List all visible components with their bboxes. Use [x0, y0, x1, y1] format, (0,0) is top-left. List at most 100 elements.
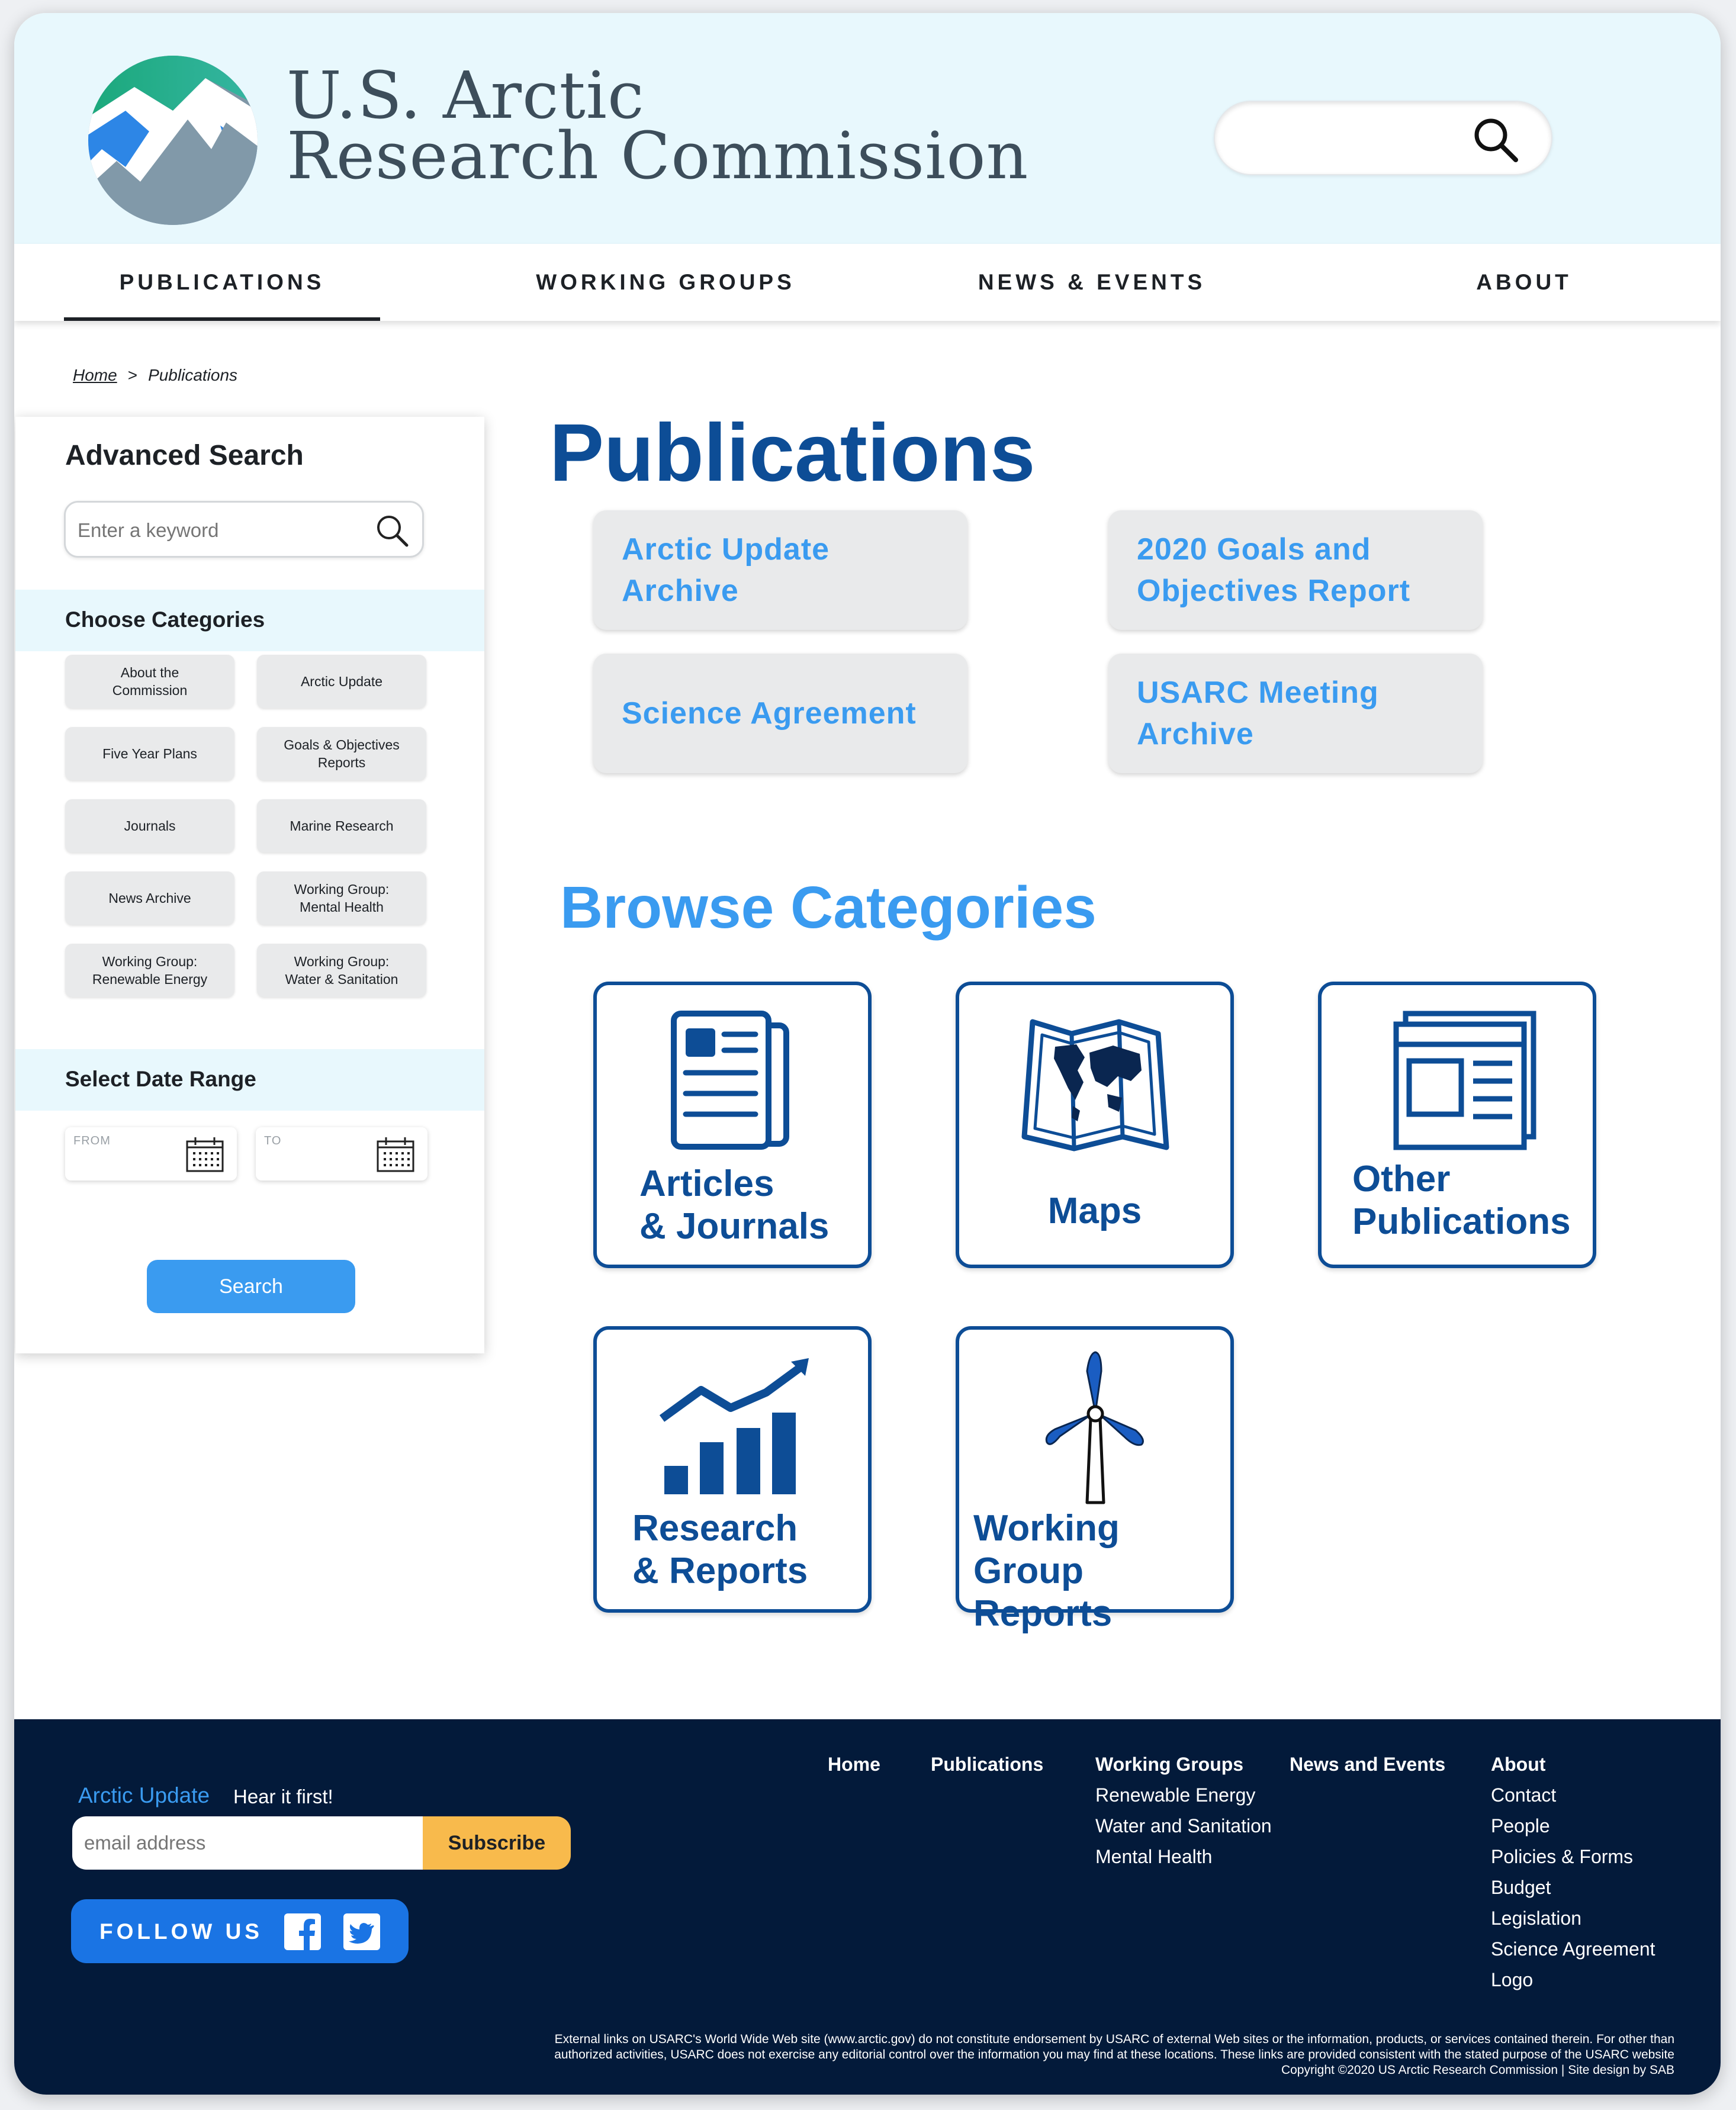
browse-other-publications[interactable]: Other Publications: [1318, 982, 1596, 1268]
featured-label: USARC Meeting Archive: [1137, 676, 1379, 751]
date-from-label: FROM: [73, 1134, 111, 1147]
keyword-search-icon[interactable]: [374, 512, 410, 549]
nav-working-groups[interactable]: WORKING GROUPS: [506, 244, 825, 321]
twitter-icon[interactable]: [343, 1913, 380, 1950]
breadcrumb-home-link[interactable]: Home: [73, 366, 117, 384]
category-about-commission[interactable]: About the Commission: [65, 655, 234, 708]
featured-science-agreement[interactable]: Science Agreement: [593, 654, 967, 773]
nav-news-events[interactable]: NEWS & EVENTS: [944, 244, 1240, 321]
footer-news-link[interactable]: News and Events: [1290, 1749, 1445, 1780]
category-wg-renewable-energy[interactable]: Working Group: Renewable Energy: [65, 944, 234, 997]
date-range-band: Select Date Range: [15, 1049, 484, 1111]
nav-about[interactable]: ABOUT: [1435, 244, 1613, 321]
footer-link-mental-health[interactable]: Mental Health: [1095, 1841, 1272, 1872]
main-nav: PUBLICATIONS WORKING GROUPS NEWS & EVENT…: [14, 244, 1721, 321]
email-field-box: [72, 1816, 424, 1870]
copyright: Copyright ©2020 US Arctic Research Commi…: [1281, 2063, 1674, 2077]
usarc-logo[interactable]: [84, 54, 262, 226]
featured-usarc-meeting-archive[interactable]: USARC Meeting Archive: [1108, 654, 1483, 773]
wind-turbine-icon: [1045, 1351, 1144, 1504]
footer-link-logo[interactable]: Logo: [1491, 1964, 1655, 1995]
browse-categories-title: Browse Categories: [560, 874, 1097, 941]
site-footer: Arctic Update Hear it first! Subscribe F…: [14, 1719, 1721, 2095]
footer-link-people[interactable]: People: [1491, 1810, 1655, 1841]
date-range-title: Select Date Range: [65, 1067, 256, 1091]
subscribe-button[interactable]: Subscribe: [423, 1816, 571, 1870]
legal-line-2: authorized activities, USARC does not ex…: [554, 2048, 1674, 2061]
calendar-icon[interactable]: [375, 1136, 416, 1173]
footer-link-budget[interactable]: Budget: [1491, 1872, 1655, 1903]
arctic-update-title[interactable]: Arctic Update: [78, 1783, 210, 1808]
breadcrumb-current: Publications: [148, 366, 238, 384]
category-marine-research[interactable]: Marine Research: [257, 799, 426, 853]
category-goals-objectives[interactable]: Goals & Objectives Reports: [257, 727, 426, 780]
footer-publications-link[interactable]: Publications: [931, 1749, 1043, 1780]
featured-label: 2020 Goals and Objectives Report: [1137, 532, 1411, 608]
footer-working-groups-link[interactable]: Working Groups: [1095, 1749, 1272, 1780]
footer-link-science-agreement[interactable]: Science Agreement: [1491, 1934, 1655, 1964]
featured-label: Science Agreement: [622, 696, 917, 731]
advanced-search-title: Advanced Search: [65, 440, 304, 471]
category-news-archive[interactable]: News Archive: [65, 871, 234, 925]
site-title-line2: Research Commission: [287, 118, 1029, 194]
site-header: U.S. Arctic Research Commission: [14, 13, 1721, 244]
footer-col-publications: Publications: [931, 1749, 1043, 1780]
browse-maps[interactable]: Maps: [956, 982, 1234, 1268]
footer-link-contact[interactable]: Contact: [1491, 1780, 1655, 1810]
category-wg-mental-health[interactable]: Working Group: Mental Health: [257, 871, 426, 925]
site-title[interactable]: U.S. Arctic Research Commission: [287, 57, 1029, 194]
choose-categories-title: Choose Categories: [65, 607, 265, 632]
keyword-search-box: [64, 501, 424, 558]
browse-label: Research & Reports: [632, 1508, 808, 1591]
footer-col-working-groups: Working Groups Renewable Energy Water an…: [1095, 1749, 1272, 1872]
search-icon[interactable]: [1471, 115, 1520, 165]
advanced-search-button[interactable]: Search: [147, 1260, 355, 1313]
legal-line-1: External links on USARC's World Wide Web…: [554, 2032, 1674, 2046]
advanced-search-panel: Advanced Search Choose Categories About …: [15, 417, 484, 1353]
breadcrumb-separator: >: [127, 366, 138, 384]
page-title: Publications: [549, 407, 1036, 498]
facebook-icon[interactable]: [284, 1913, 321, 1950]
follow-us-bar: FOLLOW US: [71, 1899, 409, 1963]
arctic-update-tagline: Hear it first!: [233, 1786, 333, 1807]
follow-us-label: FOLLOW US: [99, 1919, 263, 1944]
browse-research-reports[interactable]: Research & Reports: [593, 1326, 872, 1613]
featured-goals-objectives-report[interactable]: 2020 Goals and Objectives Report: [1108, 510, 1483, 630]
calendar-icon[interactable]: [185, 1136, 225, 1173]
browse-articles-journals[interactable]: Articles & Journals: [593, 982, 872, 1268]
category-journals[interactable]: Journals: [65, 799, 234, 853]
breadcrumb: Home > Publications: [73, 366, 237, 385]
date-to-field[interactable]: TO: [256, 1127, 427, 1181]
site-search-box: [1214, 101, 1552, 175]
map-icon: [1021, 1019, 1169, 1152]
page-frame: U.S. Arctic Research Commission PUBLICAT…: [14, 13, 1721, 2095]
browse-label: Maps: [1047, 1191, 1142, 1231]
footer-home-link[interactable]: Home: [828, 1749, 880, 1780]
category-five-year-plans[interactable]: Five Year Plans: [65, 727, 234, 780]
browse-label: Articles & Journals: [639, 1163, 830, 1247]
footer-col-home: Home: [828, 1749, 880, 1780]
browse-working-group-reports[interactable]: Working Group Reports: [956, 1326, 1234, 1634]
featured-arctic-update-archive[interactable]: Arctic Update Archive: [593, 510, 967, 630]
site-title-line1: U.S. Arctic: [287, 57, 645, 133]
date-to-label: TO: [264, 1134, 282, 1147]
footer-about-link[interactable]: About: [1491, 1749, 1655, 1780]
footer-col-news: News and Events: [1290, 1749, 1445, 1780]
site-search-input[interactable]: [1239, 120, 1475, 155]
date-from-field[interactable]: FROM: [65, 1127, 237, 1181]
choose-categories-band: Choose Categories: [15, 590, 484, 651]
browse-label: Other Publications: [1352, 1159, 1571, 1242]
legal-disclaimer: External links on USARC's World Wide Web…: [467, 2032, 1674, 2078]
email-field[interactable]: [84, 1828, 404, 1858]
publication-icon: [1393, 1011, 1536, 1150]
footer-link-water-sanitation[interactable]: Water and Sanitation: [1095, 1810, 1272, 1841]
category-wg-water-sanitation[interactable]: Working Group: Water & Sanitation: [257, 944, 426, 997]
nav-publications[interactable]: PUBLICATIONS: [64, 244, 380, 321]
category-arctic-update[interactable]: Arctic Update: [257, 655, 426, 708]
newspaper-icon: [671, 1011, 789, 1150]
footer-link-legislation[interactable]: Legislation: [1491, 1903, 1655, 1934]
bar-chart-icon: [659, 1358, 809, 1494]
keyword-input[interactable]: [78, 516, 362, 545]
footer-link-renewable-energy[interactable]: Renewable Energy: [1095, 1780, 1272, 1810]
footer-link-policies-forms[interactable]: Policies & Forms: [1491, 1841, 1655, 1872]
